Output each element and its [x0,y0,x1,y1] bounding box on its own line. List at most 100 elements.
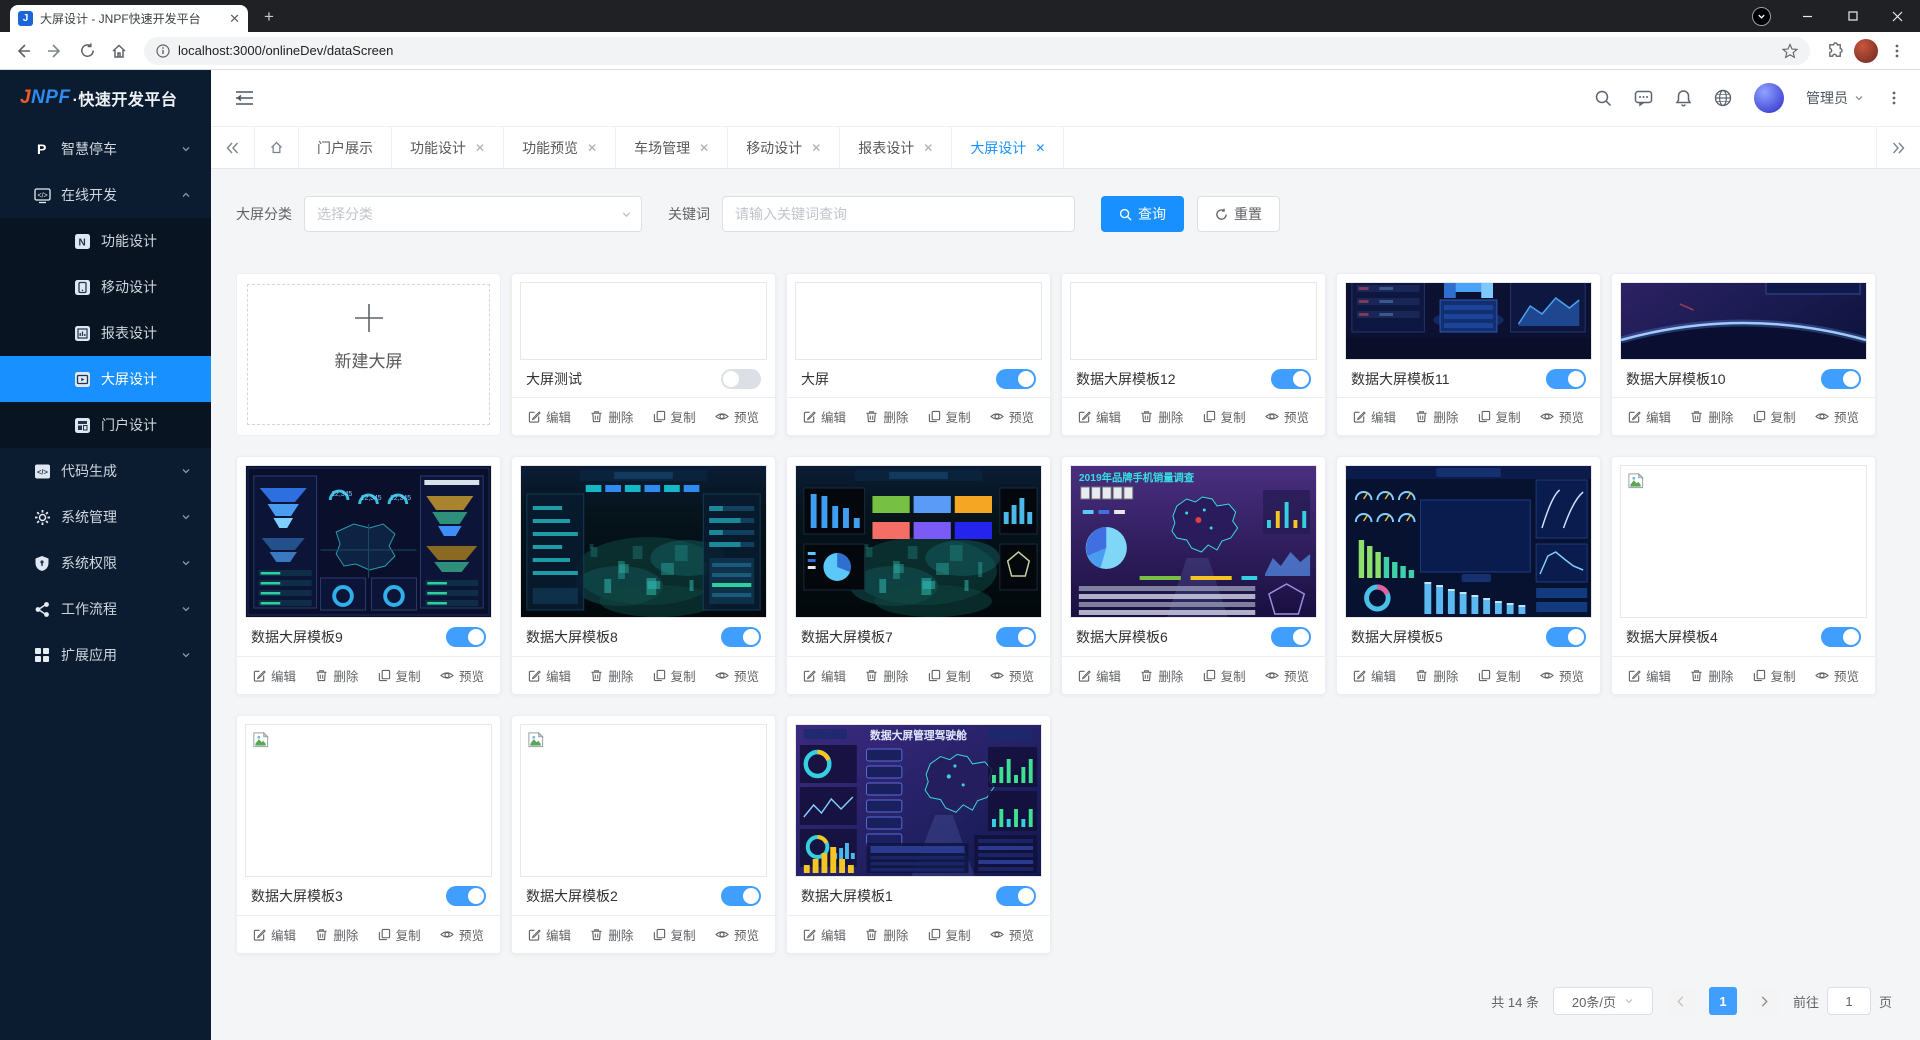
edit-button[interactable]: 编辑 [803,666,846,685]
next-page-button[interactable] [1750,987,1779,1015]
browser-tab[interactable]: J 大屏设计 - JNPF快速开发平台 ✕ [10,5,248,32]
enable-toggle[interactable] [1271,627,1311,647]
notification-bell-icon[interactable] [1675,89,1692,107]
delete-button[interactable]: 删除 [315,925,358,944]
category-select[interactable] [304,196,642,232]
user-avatar[interactable] [1754,83,1784,113]
tab-close-icon[interactable]: ✕ [475,141,485,155]
card-thumbnail[interactable] [1070,282,1317,360]
delete-button[interactable]: 删除 [1415,666,1458,685]
card-thumbnail[interactable] [1620,282,1867,360]
preview-button[interactable]: 预览 [440,925,484,944]
tabs-scroll-left-icon[interactable] [211,127,255,168]
delete-button[interactable]: 删除 [865,925,908,944]
delete-button[interactable]: 删除 [865,666,908,685]
close-button[interactable] [1875,0,1920,32]
collapse-menu-icon[interactable] [235,90,254,106]
reset-button[interactable]: 重置 [1197,196,1280,232]
tab-4[interactable]: 车场管理 ✕ [616,127,729,168]
card-thumbnail[interactable] [1345,282,1592,360]
delete-button[interactable]: 删除 [590,407,633,426]
sidebar-item-5[interactable]: 报表设计 [0,310,211,356]
copy-button[interactable]: 复制 [1478,666,1521,685]
language-globe-icon[interactable] [1714,89,1732,107]
edit-button[interactable]: 编辑 [803,407,846,426]
category-select-input[interactable] [304,196,642,232]
enable-toggle[interactable] [1821,627,1861,647]
card-thumbnail[interactable]: 2019年品牌手机销量调查 [1070,465,1317,618]
preview-button[interactable]: 预览 [1815,666,1859,685]
sidebar-item-9[interactable]: 系统管理 [0,494,211,540]
card-thumbnail[interactable] [520,724,767,877]
edit-button[interactable]: 编辑 [528,925,571,944]
delete-button[interactable]: 删除 [1140,407,1183,426]
browser-menu-icon[interactable] [1884,38,1910,64]
copy-button[interactable]: 复制 [928,666,971,685]
prev-page-button[interactable] [1666,987,1695,1015]
sidebar-item-10[interactable]: 系统权限 [0,540,211,586]
copy-button[interactable]: 复制 [378,925,421,944]
edit-button[interactable]: 编辑 [1353,407,1396,426]
copy-button[interactable]: 复制 [928,407,971,426]
tab-6[interactable]: 报表设计 ✕ [840,127,953,168]
copy-button[interactable]: 复制 [1753,666,1796,685]
card-thumbnail[interactable] [795,282,1042,360]
edit-button[interactable]: 编辑 [253,925,296,944]
delete-button[interactable]: 删除 [315,666,358,685]
edit-button[interactable]: 编辑 [1628,666,1671,685]
edit-button[interactable]: 编辑 [528,407,571,426]
search-icon[interactable] [1594,89,1612,107]
sidebar-item-1[interactable]: P 智慧停车 [0,126,211,172]
preview-button[interactable]: 预览 [1540,407,1584,426]
edit-button[interactable]: 编辑 [803,925,846,944]
header-more-icon[interactable] [1886,90,1902,106]
tab-7[interactable]: 大屏设计 ✕ [952,127,1065,168]
tab-close-icon[interactable]: ✕ [587,141,597,155]
preview-button[interactable]: 预览 [1815,407,1859,426]
tab-1[interactable]: 门户展示 [299,127,392,168]
preview-button[interactable]: 预览 [990,666,1034,685]
enable-toggle[interactable] [1821,368,1861,389]
copy-button[interactable]: 复制 [653,925,696,944]
delete-button[interactable]: 删除 [590,925,633,944]
card-thumbnail[interactable]: 12,345 12,345 12,345 [245,465,492,618]
copy-button[interactable]: 复制 [1753,407,1796,426]
enable-toggle[interactable] [446,627,486,647]
copy-button[interactable]: 复制 [928,925,971,944]
sidebar-item-12[interactable]: 扩展应用 [0,632,211,678]
new-tab-button[interactable]: + [256,4,282,30]
card-thumbnail[interactable] [520,465,767,618]
tab-close-icon[interactable]: ✕ [699,141,709,155]
site-info-icon[interactable] [156,43,170,58]
edit-button[interactable]: 编辑 [1353,666,1396,685]
preview-button[interactable]: 预览 [1540,666,1584,685]
enable-toggle[interactable] [1546,368,1586,389]
delete-button[interactable]: 删除 [1140,666,1183,685]
search-button[interactable]: 查询 [1101,196,1184,232]
delete-button[interactable]: 删除 [590,666,633,685]
enable-toggle[interactable] [1271,368,1311,389]
tab-close-icon[interactable]: ✕ [1035,141,1045,155]
preview-button[interactable]: 预览 [715,925,759,944]
delete-button[interactable]: 删除 [1690,666,1733,685]
enable-toggle[interactable] [721,886,761,906]
sidebar-item-11[interactable]: 工作流程 [0,586,211,632]
enable-toggle[interactable] [1546,627,1586,647]
enable-toggle[interactable] [721,627,761,647]
delete-button[interactable]: 删除 [865,407,908,426]
card-thumbnail[interactable] [520,282,767,360]
sidebar-item-2[interactable]: </> 在线开发 [0,172,211,218]
preview-button[interactable]: 预览 [715,407,759,426]
keyword-input[interactable] [722,196,1075,232]
back-icon[interactable] [10,38,36,64]
tab-5[interactable]: 移动设计 ✕ [728,127,841,168]
delete-button[interactable]: 删除 [1415,407,1458,426]
edit-button[interactable]: 编辑 [1628,407,1671,426]
minimize-button[interactable] [1785,0,1830,32]
message-icon[interactable] [1634,89,1653,107]
delete-button[interactable]: 删除 [1690,407,1733,426]
extensions-icon[interactable] [1822,38,1848,64]
reload-icon[interactable] [74,38,100,64]
bookmark-star-icon[interactable] [1782,42,1798,59]
edit-button[interactable]: 编辑 [1078,407,1121,426]
